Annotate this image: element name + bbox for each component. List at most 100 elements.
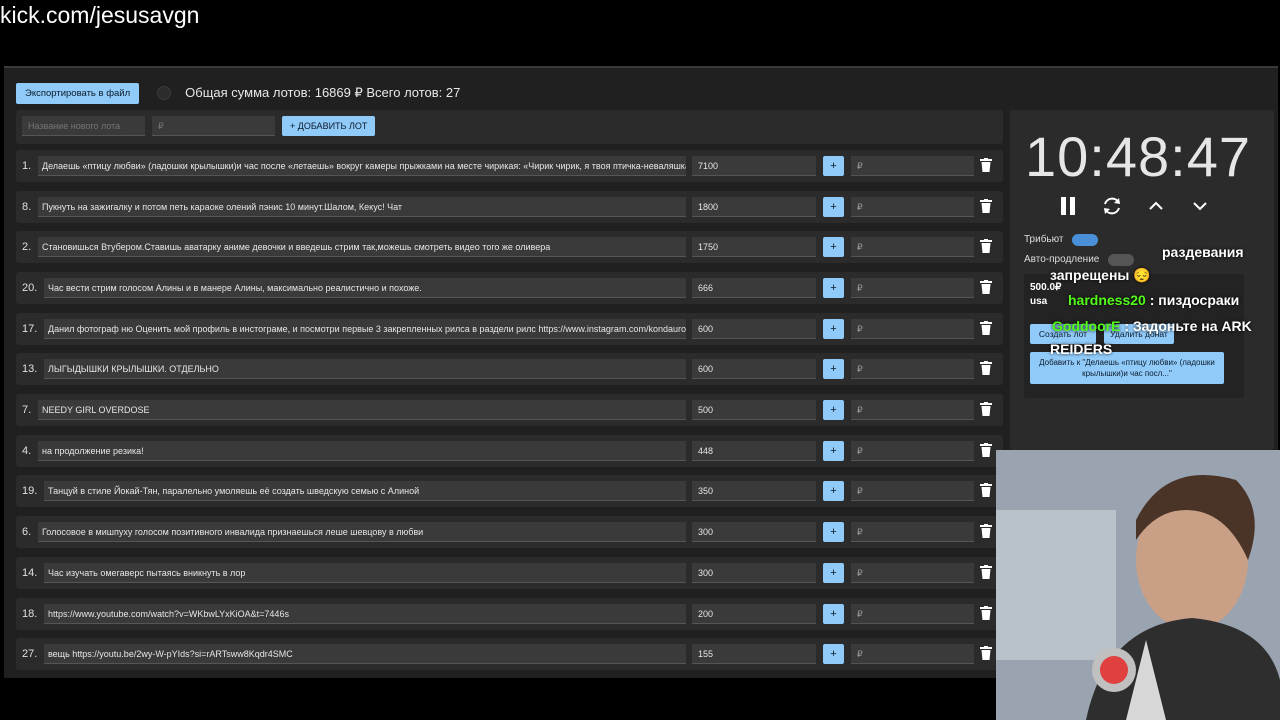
chat-line-3: hardness20 : пиздосраки bbox=[1068, 292, 1239, 308]
lot-title-input[interactable]: ЛЫГЫДЫШКИ КРЫЛЫШКИ. ОТДЕЛЬНО bbox=[44, 359, 686, 379]
trash-icon[interactable] bbox=[980, 483, 994, 499]
trash-icon[interactable] bbox=[980, 524, 994, 540]
donation-user: usa bbox=[1030, 296, 1048, 307]
lot-title-input[interactable]: Данил фотограф ню Оценить мой профиль в … bbox=[44, 319, 686, 339]
lot-amount-input[interactable]: 448 bbox=[692, 441, 816, 461]
lot-title-input[interactable]: https://www.youtube.com/watch?v=WKbwLYxK… bbox=[44, 604, 686, 624]
reset-icon[interactable] bbox=[1100, 194, 1124, 218]
tribute-label: Трибьют bbox=[1024, 234, 1064, 245]
lot-title-input[interactable]: Час изучать омегаверс пытаясь вникнуть в… bbox=[44, 563, 686, 583]
add-amount-input[interactable]: ₽ bbox=[851, 197, 974, 217]
add-amount-input[interactable]: ₽ bbox=[851, 522, 974, 542]
add-amount-button[interactable]: + bbox=[823, 604, 844, 624]
trash-icon[interactable] bbox=[980, 361, 994, 377]
lot-title-input[interactable]: Становишься Втубером.Ставишь аватарку ан… bbox=[38, 237, 686, 257]
lot-amount-input[interactable]: 300 bbox=[692, 522, 816, 542]
add-amount-input[interactable]: ₽ bbox=[851, 481, 974, 501]
lot-amount-input[interactable]: 300 bbox=[692, 563, 816, 583]
trash-icon[interactable] bbox=[980, 402, 994, 418]
chevron-up-icon[interactable] bbox=[1144, 194, 1168, 218]
chat-line-1: раздевания bbox=[1162, 244, 1244, 260]
lot-amount-input[interactable]: 500 bbox=[692, 400, 816, 420]
chat-line-4: GoddoorE : Задоньте на ARK bbox=[1052, 318, 1252, 334]
trash-icon[interactable] bbox=[980, 443, 994, 459]
autoextend-switch[interactable] bbox=[1108, 254, 1134, 266]
lot-row: 17. Данил фотограф ню Оценить мой профиль… bbox=[16, 313, 1003, 345]
webcam-overlay bbox=[996, 450, 1280, 720]
lot-title-input[interactable]: Танцуй в стиле Йокай-Тян, паралельно умо… bbox=[44, 481, 686, 501]
lot-amount-input[interactable]: 155 bbox=[692, 644, 816, 664]
trash-icon[interactable] bbox=[980, 239, 994, 255]
lot-title-input[interactable]: Час вести стрим голосом Алины и в манере… bbox=[44, 278, 686, 298]
add-amount-button[interactable]: + bbox=[823, 278, 844, 298]
pause-icon[interactable] bbox=[1056, 194, 1080, 218]
new-lot-name-input[interactable] bbox=[22, 116, 145, 136]
lot-title-input[interactable]: Голосовое в мишпуху голосом позитивного … bbox=[38, 522, 686, 542]
lot-number: 17. bbox=[22, 323, 38, 335]
lot-amount-input[interactable]: 7100 bbox=[692, 156, 816, 176]
lot-row: 27. вещь https://youtu.be/2wy-W-pYIds?si=… bbox=[16, 638, 1003, 670]
chat-line-5: REIDERS bbox=[1050, 341, 1113, 357]
lot-amount-input[interactable]: 600 bbox=[692, 319, 816, 339]
lot-number: 13. bbox=[22, 363, 38, 375]
lot-number: 4. bbox=[22, 445, 32, 457]
trash-icon[interactable] bbox=[980, 158, 994, 174]
add-amount-button[interactable]: + bbox=[823, 319, 844, 339]
trash-icon[interactable] bbox=[980, 280, 994, 296]
lot-number: 18. bbox=[22, 608, 38, 620]
lot-title-input[interactable]: на продолжение резика! bbox=[38, 441, 686, 461]
new-lot-price-input[interactable] bbox=[152, 116, 275, 136]
export-button[interactable]: Экспортировать в файл bbox=[16, 82, 140, 104]
trash-icon[interactable] bbox=[980, 565, 994, 581]
lot-title-input[interactable]: NEEDY GIRL OVERDOSE bbox=[38, 400, 686, 420]
lot-amount-input[interactable]: 1750 bbox=[692, 237, 816, 257]
add-amount-button[interactable]: + bbox=[823, 359, 844, 379]
lot-row: 6. Голосовое в мишпуху голосом позитивног… bbox=[16, 516, 1003, 548]
add-amount-input[interactable]: ₽ bbox=[851, 400, 974, 420]
lot-row: 1. Делаешь «птицу любви» (ладошки крылышк… bbox=[16, 150, 1003, 182]
add-amount-input[interactable]: ₽ bbox=[851, 644, 974, 664]
add-amount-input[interactable]: ₽ bbox=[851, 319, 974, 339]
lot-title-input[interactable]: Делаешь «птицу любви» (ладошки крылышки)… bbox=[38, 156, 686, 176]
add-amount-input[interactable]: ₽ bbox=[851, 156, 974, 176]
chat-user: hardness20 bbox=[1068, 292, 1146, 308]
trash-icon[interactable] bbox=[980, 606, 994, 622]
add-amount-button[interactable]: + bbox=[823, 563, 844, 583]
add-amount-input[interactable]: ₽ bbox=[851, 563, 974, 583]
lot-amount-input[interactable]: 1800 bbox=[692, 197, 816, 217]
add-amount-input[interactable]: ₽ bbox=[851, 278, 974, 298]
add-amount-button[interactable]: + bbox=[823, 644, 844, 664]
stream-url: kick.com/jesusavgn bbox=[0, 2, 200, 28]
autoextend-label: Авто-продление bbox=[1024, 254, 1100, 265]
add-amount-input[interactable]: ₽ bbox=[851, 237, 974, 257]
chat-message: : пиздосраки bbox=[1149, 292, 1240, 308]
add-amount-button[interactable]: + bbox=[823, 522, 844, 542]
theme-toggle[interactable] bbox=[157, 86, 172, 100]
lot-amount-input[interactable]: 600 bbox=[692, 359, 816, 379]
trash-icon[interactable] bbox=[980, 321, 994, 337]
add-lot-form: + ДОБАВИТЬ ЛОТ bbox=[16, 110, 1003, 144]
lot-number: 20. bbox=[22, 282, 38, 294]
add-amount-button[interactable]: + bbox=[823, 156, 844, 176]
add-amount-button[interactable]: + bbox=[823, 197, 844, 217]
add-amount-button[interactable]: + bbox=[823, 441, 844, 461]
lot-title-input[interactable]: вещь https://youtu.be/2wy-W-pYIds?si=rAR… bbox=[44, 644, 686, 664]
chevron-down-icon[interactable] bbox=[1188, 194, 1212, 218]
tribute-switch[interactable] bbox=[1072, 234, 1098, 246]
add-amount-button[interactable]: + bbox=[823, 400, 844, 420]
lot-amount-input[interactable]: 200 bbox=[692, 604, 816, 624]
add-lot-button[interactable]: + ДОБАВИТЬ ЛОТ bbox=[282, 116, 376, 136]
lot-row: 13. ЛЫГЫДЫШКИ КРЫЛЫШКИ. ОТДЕЛЬНО 600 + ₽ bbox=[16, 353, 1003, 385]
lot-title-input[interactable]: Пукнуть на зажигалку и потом петь караок… bbox=[38, 197, 686, 217]
trash-icon[interactable] bbox=[980, 646, 994, 662]
trash-icon[interactable] bbox=[980, 199, 994, 215]
lot-amount-input[interactable]: 666 bbox=[692, 278, 816, 298]
add-amount-input[interactable]: ₽ bbox=[851, 441, 974, 461]
add-amount-input[interactable]: ₽ bbox=[851, 604, 974, 624]
add-amount-button[interactable]: + bbox=[823, 481, 844, 501]
chat-line-2: запрещены 😔 bbox=[1050, 267, 1151, 283]
add-amount-input[interactable]: ₽ bbox=[851, 359, 974, 379]
add-amount-button[interactable]: + bbox=[823, 237, 844, 257]
lot-row: 8. Пукнуть на зажигалку и потом петь кара… bbox=[16, 191, 1003, 223]
lot-amount-input[interactable]: 350 bbox=[692, 481, 816, 501]
